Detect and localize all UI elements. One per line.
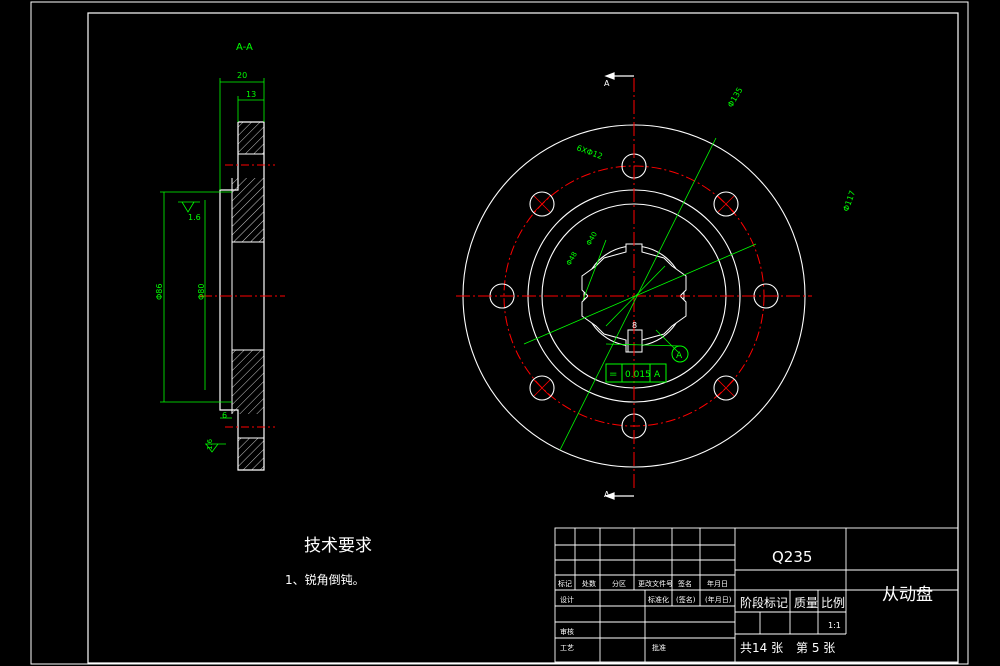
dim-spline-inner: Φ40 (585, 231, 599, 247)
tb-header-1: 处数 (582, 579, 596, 588)
tb-header-5: 年月日 (707, 579, 728, 588)
dim-bore-dia2: Φ80 (197, 284, 206, 300)
tb-date: (年月日) (705, 595, 732, 604)
dim-step-width: 13 (246, 90, 256, 99)
tolerance-frame: = 0.015 A (605, 363, 667, 383)
hatch-bottom (238, 438, 264, 470)
dim-spline-outer: Φ48 (565, 251, 579, 267)
tb-scale: 比例 (821, 596, 845, 610)
tb-approve: 批准 (652, 643, 666, 652)
tb-review: 审核 (560, 627, 574, 636)
tb-design: 设计 (560, 595, 574, 604)
dim-hole-pattern: 6XΦ12 (575, 143, 603, 161)
tb-standard: 标准化 (648, 595, 669, 604)
tb-scale-value: 1:1 (828, 621, 841, 630)
outer-frame (30, 1, 969, 665)
dim-chamfer: 6 (222, 411, 227, 420)
datum-label: A (676, 351, 683, 361)
section-view: A-A 20 13 Φ86 Φ80 6 1.6 1.6 (155, 42, 285, 471)
dim-key-width: 8 (632, 321, 637, 330)
tb-mass: 质量 (794, 596, 818, 610)
tb-sign: (签名) (676, 595, 696, 604)
hatch-lower (232, 350, 264, 414)
notes-item-1: 1、锐角倒钝。 (285, 573, 365, 587)
tol-datum: A (654, 370, 661, 380)
tb-part-name: 从动盘 (882, 585, 933, 605)
section-title: A-A (236, 42, 253, 53)
roughness-2: 1.6 (206, 438, 214, 450)
tb-header-4: 签名 (678, 579, 692, 588)
notes-heading: 技术要求 (304, 536, 372, 556)
inner-frame (87, 12, 959, 664)
cad-drawing: A-A 20 13 Φ86 Φ80 6 1.6 1.6 A A Φ135 6XΦ… (30, 1, 969, 665)
roughness-1: 1.6 (188, 213, 201, 222)
tb-process: 工艺 (560, 644, 574, 652)
tb-sheet-total: 共14 张 (740, 641, 783, 655)
tb-sheet-no: 第 5 张 (796, 641, 835, 655)
tb-stage: 阶段标记 (740, 595, 788, 610)
dim-pcd: Φ117 (841, 189, 857, 212)
keyway (627, 329, 643, 353)
tb-material: Q235 (772, 548, 812, 566)
tb-header-2: 分区 (612, 579, 626, 588)
tol-value: 0.015 (625, 370, 651, 380)
hatch-top (238, 122, 264, 154)
dim-overall-width: 20 (237, 71, 247, 80)
dim-outer-dia: Φ135 (726, 86, 745, 109)
section-mark-bottom: A (604, 490, 610, 499)
hatch-upper (232, 178, 264, 242)
tb-header-0: 标记 (558, 579, 572, 588)
dim-bore-dia: Φ86 (155, 284, 164, 300)
section-mark-top: A (604, 79, 610, 88)
tb-header-3: 更改文件号 (638, 579, 673, 588)
tol-symbol: = (609, 369, 617, 380)
front-view: A A Φ135 6XΦ12 Φ117 Φ48 Φ40 8 = 0.015 A … (456, 72, 857, 500)
